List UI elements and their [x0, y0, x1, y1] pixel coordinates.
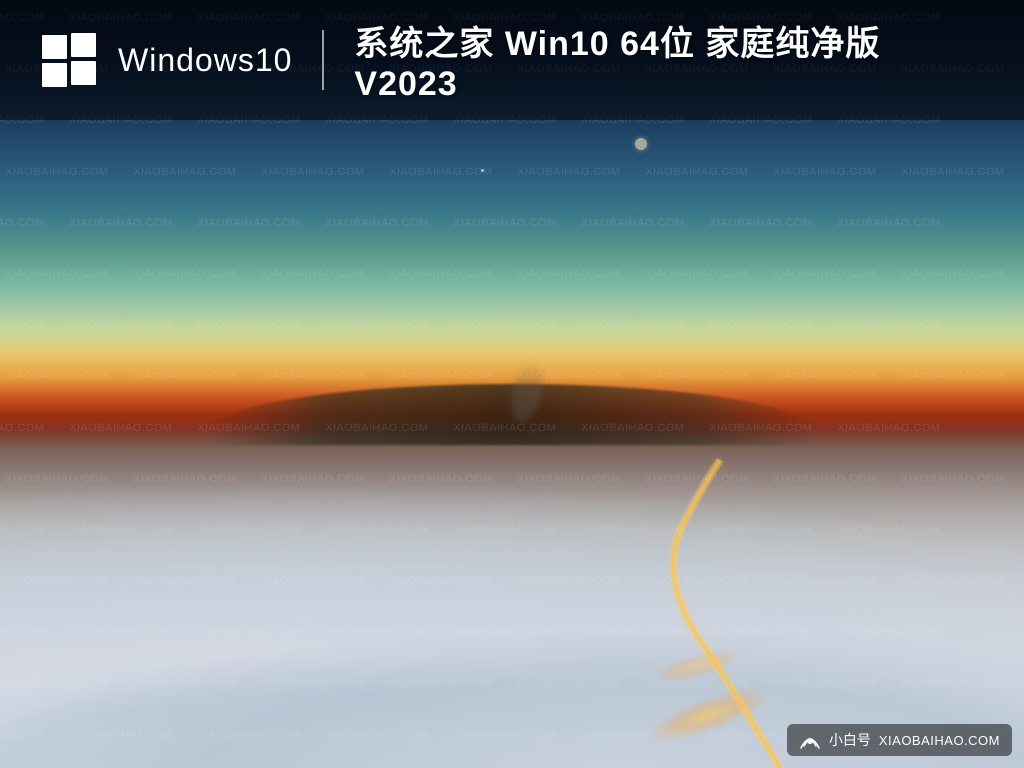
badge-cn-text: 小白号	[829, 730, 871, 750]
header-subtitle: 系统之家 Win10 64位 家庭纯净版 V2023	[354, 16, 984, 104]
terrain	[0, 422, 1024, 768]
header-divider	[322, 30, 324, 90]
header-bar: Windows10 系统之家 Win10 64位 家庭纯净版 V2023	[0, 0, 1024, 120]
windows10-label: Windows10	[118, 42, 292, 79]
badge-en-text: XIAOBAIHAO.COM	[879, 733, 1000, 748]
watermark-badge: 小白号 XIAOBAIHAO.COM	[787, 724, 1012, 756]
broadcast-icon	[799, 731, 821, 749]
windows-logo	[40, 31, 98, 89]
